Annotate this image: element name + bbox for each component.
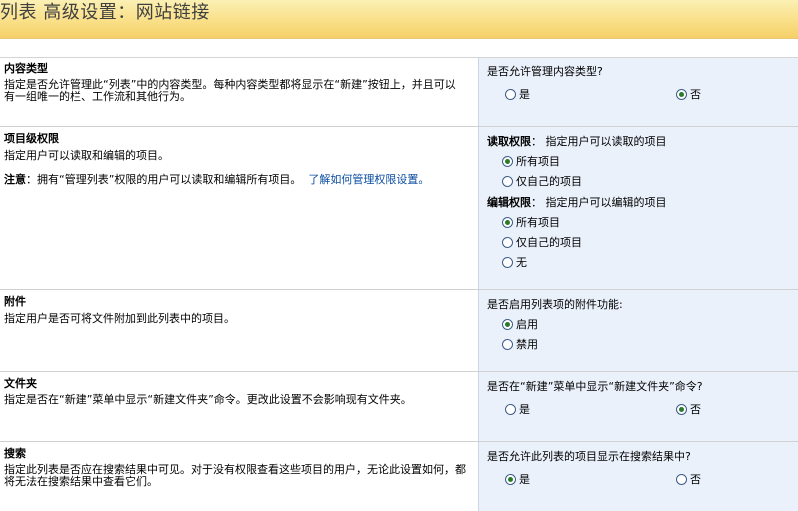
edit-own-items-radio[interactable] [502,236,513,248]
note-text: ：拥有“管理列表”权限的用户可以读取和编辑所有项目。 [26,173,302,186]
section-divider [0,289,798,290]
read-all-items-radio[interactable] [502,155,513,167]
read-own-items-radio[interactable] [502,175,513,187]
folders-no-radio[interactable] [676,403,687,415]
content-types-yes-radio[interactable] [505,88,516,100]
attachments-enable-radio[interactable] [502,318,513,330]
edit-own-items-label: 仅自己的项目 [516,236,582,249]
page-header: 列表 高级设置：网站链接 [0,0,798,39]
edit-all-items-radio[interactable] [502,216,513,228]
section-divider [0,126,798,127]
search-no-label: 否 [690,473,701,486]
content-types-yes-label: 是 [519,88,530,101]
attachments-disable-radio[interactable] [502,338,513,350]
attachments-question: 是否启用列表项的附件功能: [487,298,623,311]
read-all-items-option[interactable]: 所有项目 [502,153,560,169]
search-yes-option[interactable]: 是 [505,471,530,487]
content-types-no-label: 否 [690,88,701,101]
edit-none-option[interactable]: 无 [502,254,527,270]
item-permissions-title: 项目级权限 [4,132,59,145]
content-types-no-option[interactable]: 否 [676,86,701,102]
edit-all-items-label: 所有项目 [516,216,560,229]
edit-own-items-option[interactable]: 仅自己的项目 [502,234,582,250]
read-permission-label: 读取权限 [487,135,531,148]
read-permission-question: 读取权限： 指定用户可以读取的项目 [487,133,667,149]
read-own-items-option[interactable]: 仅自己的项目 [502,173,582,189]
folders-yes-option[interactable]: 是 [505,401,530,417]
edit-permission-label: 编辑权限 [487,196,531,209]
page-title: 列表 高级设置：网站链接 [0,2,210,23]
attachments-enable-option[interactable]: 启用 [502,316,538,332]
content-types-title: 内容类型 [4,62,48,75]
edit-none-label: 无 [516,256,527,269]
content-types-desc: 指定是否允许管理此“列表”中的内容类型。每种内容类型都将显示在“新建”按钮上，并… [4,78,456,103]
attachments-enable-label: 启用 [516,318,538,331]
edit-all-items-option[interactable]: 所有项目 [502,214,560,230]
search-desc: 指定此列表是否应在搜索结果中可见。对于没有权限查看这些项目的用户，无论此设置如何… [4,463,466,488]
section-divider [0,371,798,372]
search-yes-label: 是 [519,473,530,486]
folders-title: 文件夹 [4,377,37,390]
item-permissions-note: 注意：拥有“管理列表”权限的用户可以读取和编辑所有项目。 了解如何管理权限设置。 [4,174,466,186]
search-no-option[interactable]: 否 [676,471,701,487]
content-types-no-radio[interactable] [676,88,687,100]
folders-yes-radio[interactable] [505,403,516,415]
content-types-question: 是否允许管理内容类型? [487,65,603,78]
manage-permissions-link[interactable]: 了解如何管理权限设置。 [308,173,429,186]
note-label: 注意 [4,173,26,186]
folders-yes-label: 是 [519,403,530,416]
folders-desc: 指定是否在“新建”菜单中显示“新建文件夹”命令。更改此设置不会影响现有文件夹。 [4,393,412,406]
folders-question: 是否在“新建”菜单中显示“新建文件夹”命令? [487,380,703,393]
search-no-radio[interactable] [676,473,687,485]
read-permission-desc: ： 指定用户可以读取的项目 [531,135,667,148]
search-question: 是否允许此列表的项目显示在搜索结果中? [487,450,691,463]
edit-none-radio[interactable] [502,256,513,268]
attachments-desc: 指定用户是否可将文件附加到此列表中的项目。 [4,312,235,325]
content-types-yes-option[interactable]: 是 [505,86,530,102]
edit-permission-question: 编辑权限： 指定用户可以编辑的项目 [487,194,667,210]
search-yes-radio[interactable] [505,473,516,485]
folders-no-label: 否 [690,403,701,416]
read-own-items-label: 仅自己的项目 [516,175,582,188]
item-permissions-desc: 指定用户可以读取和编辑的项目。 [4,149,169,162]
attachments-disable-option[interactable]: 禁用 [502,336,538,352]
top-divider [0,57,798,58]
read-all-items-label: 所有项目 [516,155,560,168]
attachments-disable-label: 禁用 [516,338,538,351]
section-divider [0,441,798,442]
attachments-title: 附件 [4,295,26,308]
edit-permission-desc: ： 指定用户可以编辑的项目 [531,196,667,209]
search-title: 搜索 [4,447,26,460]
folders-no-option[interactable]: 否 [676,401,701,417]
